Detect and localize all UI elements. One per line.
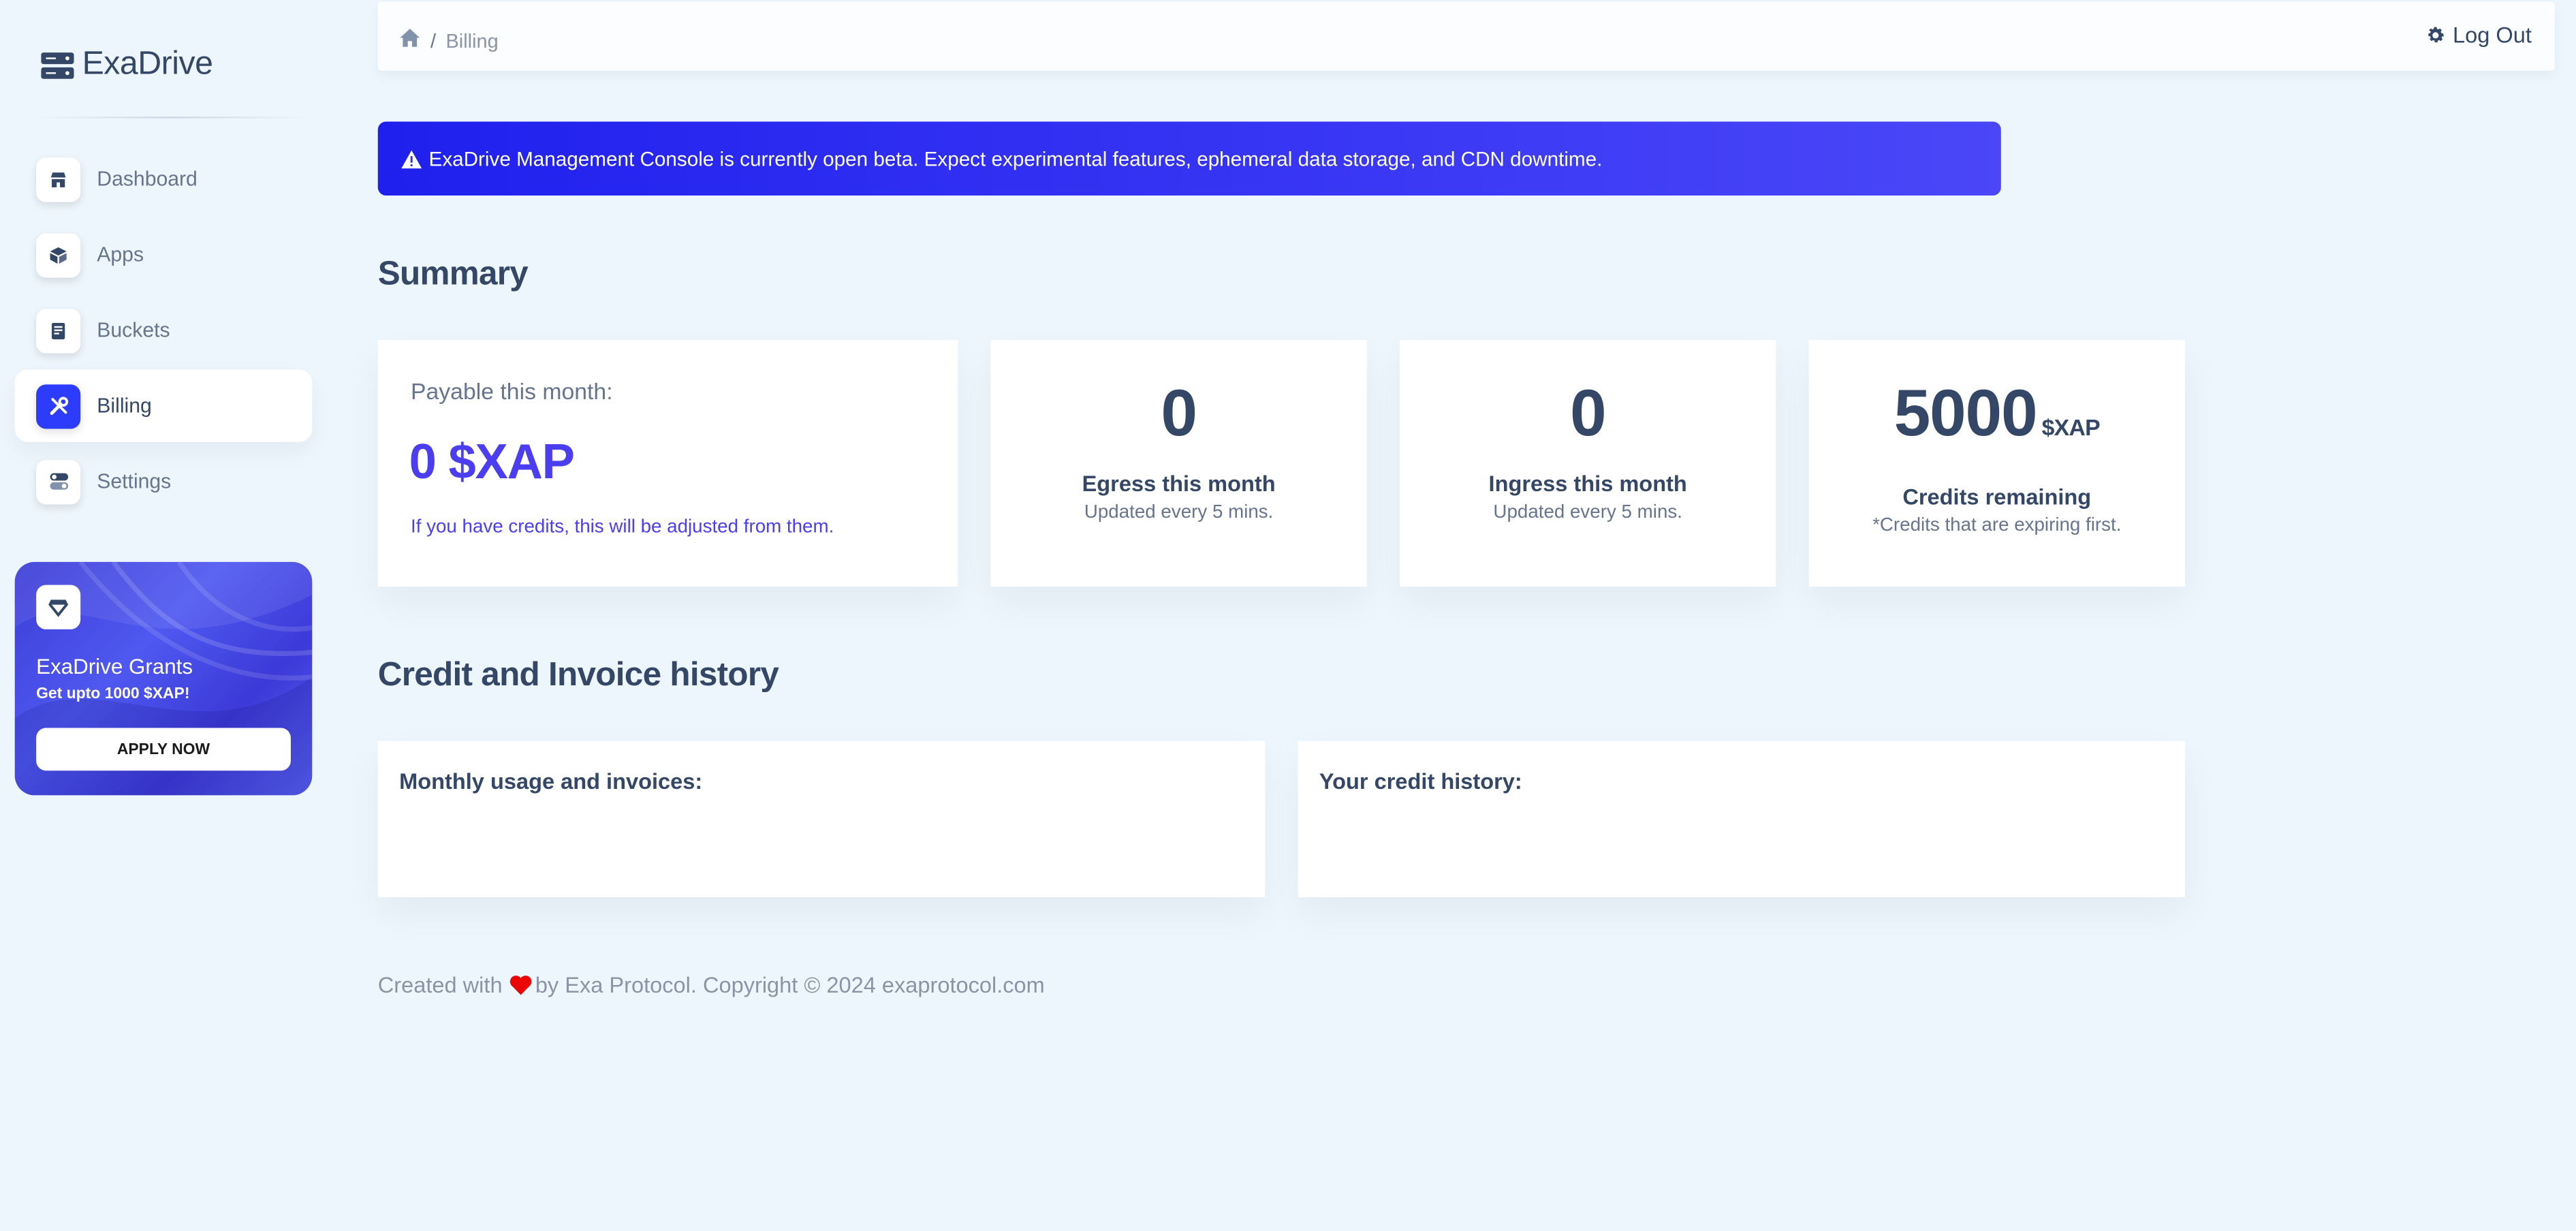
sidebar-item-apps[interactable]: Apps — [15, 219, 313, 291]
breadcrumb: / Billing — [399, 28, 499, 52]
sidebar-item-label: Apps — [97, 243, 144, 266]
invoices-title: Monthly usage and invoices: — [399, 768, 703, 794]
egress-subtext: Updated every 5 mins. — [1084, 503, 1274, 523]
credits-value-row: 5000 $XAP — [1809, 376, 2185, 465]
logout-label: Log Out — [2453, 22, 2532, 48]
credit-history-panel: Your credit history: — [1298, 741, 2185, 897]
sidebar-item-buckets[interactable]: Buckets — [15, 294, 313, 367]
sidebar-item-dashboard[interactable]: Dashboard — [15, 143, 313, 215]
footer: Created with by Exa Protocol. Copyright … — [378, 973, 1045, 997]
egress-value: 0 — [1161, 377, 1197, 450]
box-icon — [36, 232, 81, 277]
grants-subtitle: Get upto 1000 $XAP! — [36, 685, 190, 704]
egress-card: 0 Egress this month Updated every 5 mins… — [990, 340, 1367, 587]
heart-icon — [509, 976, 531, 995]
payable-card: Payable this month: 0 $XAP If you have c… — [377, 340, 958, 587]
ingress-card: 0 Ingress this month Updated every 5 min… — [1400, 340, 1776, 587]
credits-value: 5000 — [1894, 377, 2038, 450]
brand-divider — [33, 116, 313, 119]
ingress-value: 0 — [1569, 377, 1607, 450]
page: ExaDrive Dashboard Apps Buckets Billing — [0, 0, 2576, 1231]
egress-label: Egress this month — [1082, 471, 1276, 497]
gear-icon — [2428, 27, 2444, 43]
ingress-label: Ingress this month — [1488, 471, 1687, 497]
history-heading: Credit and Invoice history — [377, 655, 779, 694]
drive-icon — [41, 51, 74, 78]
credits-label: Credits remaining — [1902, 484, 2092, 510]
invoices-panel: Monthly usage and invoices: — [377, 741, 1266, 897]
sidebar-item-label: Buckets — [97, 318, 170, 342]
credit-history-title: Your credit history: — [1319, 768, 1522, 794]
grants-title: ExaDrive Grants — [36, 653, 193, 679]
footer-text-after: by Exa Protocol. Copyright © 2024 exapro… — [535, 972, 1045, 998]
sidebar-item-billing[interactable]: Billing — [14, 369, 313, 442]
brand-name: ExaDrive — [82, 46, 213, 82]
grants-card: ExaDrive Grants Get upto 1000 $XAP! APPL… — [14, 561, 313, 796]
brand[interactable]: ExaDrive — [41, 46, 213, 84]
shop-icon — [36, 157, 81, 202]
warning-icon — [401, 149, 422, 168]
home-icon[interactable] — [399, 28, 420, 52]
summary-heading: Summary — [377, 254, 529, 293]
top-navbar: / Billing Log Out — [377, 1, 2555, 71]
breadcrumb-separator: / — [430, 29, 437, 52]
payable-label: Payable this month: — [411, 377, 613, 405]
beta-alert: ExaDrive Management Console is currently… — [377, 121, 2001, 196]
sidebar-item-label: Dashboard — [97, 168, 198, 191]
credits-subtext: *Credits that are expiring first. — [1872, 516, 2122, 536]
alert-text: ExaDrive Management Console is currently… — [428, 146, 1603, 170]
breadcrumb-current: Billing — [445, 29, 499, 52]
credits-unit: $XAP — [2041, 414, 2101, 441]
ingress-subtext: Updated every 5 mins. — [1493, 503, 1682, 523]
payable-note: If you have credits, this will be adjust… — [411, 517, 834, 537]
logout-button[interactable]: Log Out — [2425, 23, 2532, 48]
document-icon — [36, 308, 81, 353]
apply-now-button[interactable]: APPLY NOW — [36, 728, 291, 771]
sidebar-item-settings[interactable]: Settings — [15, 446, 313, 518]
payable-value: 0 $XAP — [409, 435, 575, 490]
footer-text-before: Created with — [377, 972, 503, 998]
sidebar-item-label: Billing — [97, 394, 152, 418]
credits-card: 5000 $XAP Credits remaining *Credits that… — [1808, 340, 2185, 587]
diamond-icon — [36, 585, 81, 629]
tools-icon — [36, 384, 81, 428]
sidebar-item-label: Settings — [97, 469, 172, 493]
sidebar-nav: Dashboard Apps Buckets Billing Settings — [14, 143, 313, 521]
toggle-icon — [36, 459, 81, 504]
